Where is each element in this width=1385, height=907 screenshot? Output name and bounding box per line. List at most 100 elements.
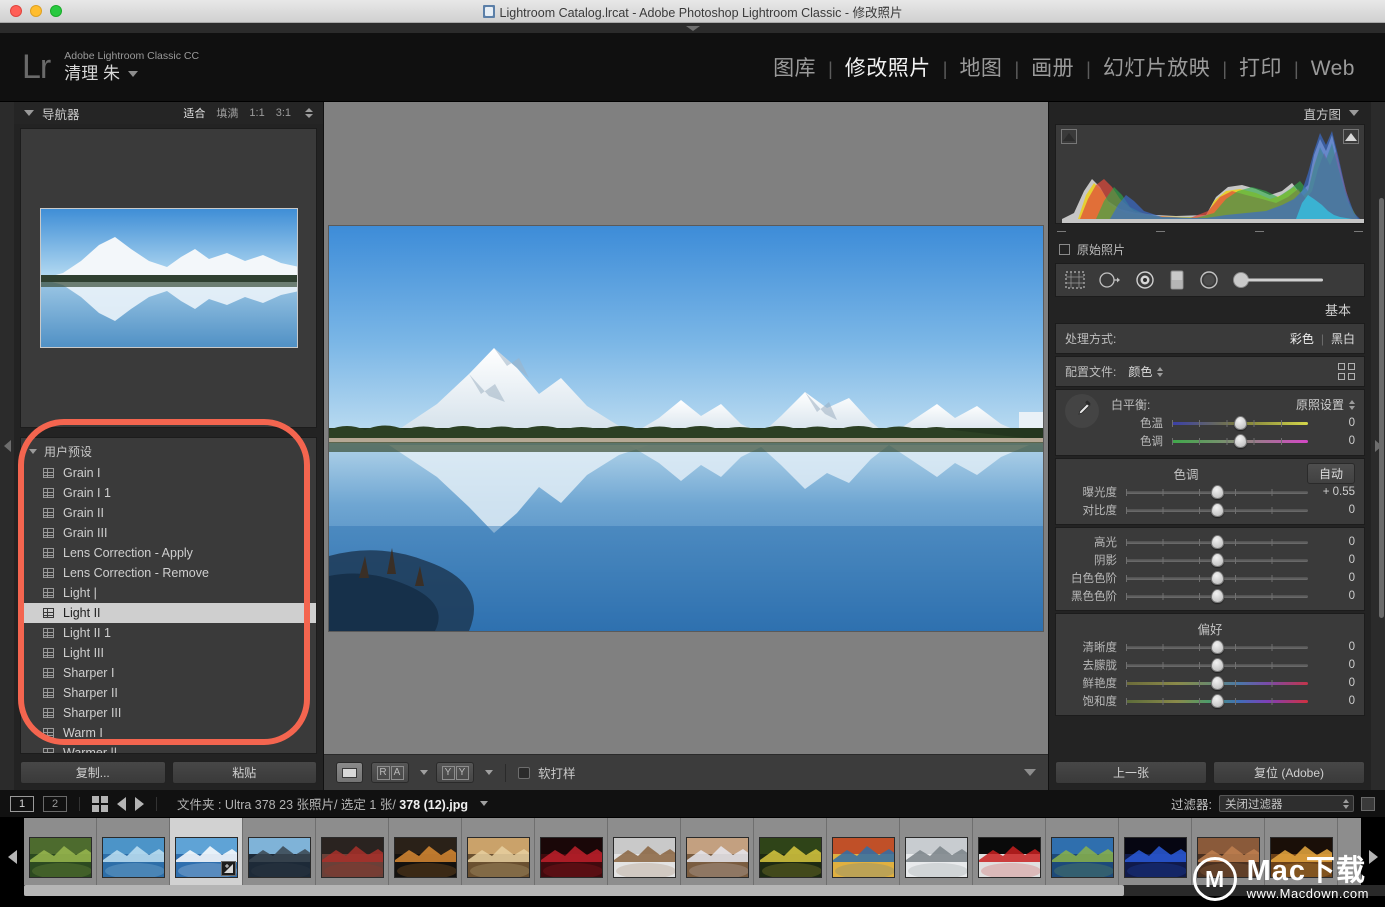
top-panel-collapse-toggle[interactable] — [0, 23, 1385, 33]
wb-slider-row[interactable]: 色调 0 — [1102, 432, 1364, 450]
histogram-chart[interactable] — [1055, 124, 1365, 224]
screen-2-button[interactable]: 2 — [43, 795, 67, 812]
preset-item[interactable]: Grain I — [21, 463, 316, 483]
chevron-down-icon[interactable] — [127, 70, 138, 77]
preset-item[interactable]: Lens Correction - Remove — [21, 563, 316, 583]
filter-stepper[interactable] — [1343, 799, 1349, 809]
white-balance-selector-icon[interactable] — [1065, 394, 1099, 428]
grid-view-icon[interactable] — [92, 795, 108, 812]
filmstrip-thumbnails[interactable] — [0, 818, 1385, 896]
shadow-clipping-indicator[interactable] — [1061, 129, 1077, 144]
tone-slider-track[interactable] — [1126, 553, 1308, 567]
wb-slider-value[interactable]: 0 — [1317, 435, 1355, 447]
zoom-mode-fit[interactable]: 适合 — [183, 105, 205, 121]
forward-arrow-icon[interactable] — [135, 796, 144, 811]
tone-slider-track[interactable] — [1126, 535, 1308, 549]
tone-slider-row[interactable]: 白色色阶 0 — [1056, 569, 1364, 587]
tone-slider-handle[interactable] — [1210, 553, 1224, 567]
presence-slider-track[interactable] — [1126, 640, 1308, 654]
treatment-row[interactable]: 处理方式: 彩色 | 黑白 — [1056, 329, 1364, 348]
tone-slider-handle[interactable] — [1210, 589, 1224, 603]
filmstrip-prev-button[interactable] — [0, 818, 24, 896]
tone-slider-track[interactable] — [1126, 571, 1308, 585]
preset-item[interactable]: Light | — [21, 583, 316, 603]
copy-settings-button[interactable]: 复制... — [20, 760, 166, 784]
tone-slider-value[interactable]: 0 — [1317, 554, 1355, 566]
tone-auto-button[interactable]: 自动 — [1306, 463, 1355, 484]
tone-slider-value[interactable]: 0 — [1317, 590, 1355, 602]
presence-slider-track[interactable] — [1126, 694, 1308, 708]
module-web[interactable]: Web — [1299, 57, 1367, 81]
preset-item[interactable]: Warm I — [21, 723, 316, 743]
preset-item[interactable]: Warmer || — [21, 743, 316, 753]
presence-slider-row[interactable]: 清晰度 0 — [1056, 638, 1364, 656]
presence-slider-value[interactable]: 0 — [1317, 677, 1355, 689]
wb-slider-value[interactable]: 0 — [1317, 417, 1355, 429]
white-balance-value[interactable]: 原照设置 — [1296, 396, 1344, 413]
presence-slider-track[interactable] — [1126, 658, 1308, 672]
preset-item[interactable]: Light II 1 — [21, 623, 316, 643]
presence-slider-value[interactable]: 0 — [1317, 659, 1355, 671]
presence-slider-value[interactable]: 0 — [1317, 641, 1355, 653]
tone-slider-value[interactable]: + 0.55 — [1317, 486, 1355, 498]
presence-slider-handle[interactable] — [1210, 658, 1224, 672]
original-photo-checkbox[interactable] — [1059, 243, 1070, 255]
original-photo-row[interactable]: 原始照片 — [1049, 238, 1371, 260]
toolbar-collapse-icon[interactable] — [1024, 769, 1036, 776]
preset-item[interactable]: Sharper I — [21, 663, 316, 683]
view-before-after-ra-button[interactable]: R A — [371, 762, 409, 783]
presence-slider-value[interactable]: 0 — [1317, 695, 1355, 707]
navigator-header[interactable]: 导航器 适合 填满 1:1 3:1 — [14, 102, 323, 124]
preset-item[interactable]: Grain II — [21, 503, 316, 523]
module-print[interactable]: 打印 — [1227, 52, 1294, 82]
tone-slider-row[interactable]: 对比度 0 — [1056, 501, 1364, 519]
tone-detail-sliders[interactable]: 高光 0 阴影 0 白色色阶 0 黑色色阶 0 — [1056, 533, 1364, 605]
right-panel-scrollbar[interactable] — [1379, 198, 1384, 618]
preset-item[interactable]: Lens Correction - Apply — [21, 543, 316, 563]
main-photo[interactable] — [329, 225, 1043, 631]
preset-item[interactable]: Grain I 1 — [21, 483, 316, 503]
reset-button[interactable]: 复位 (Adobe) — [1213, 760, 1365, 784]
presence-sliders[interactable]: 清晰度 0 去朦胧 0 鲜艳度 0 饱和度 0 — [1056, 638, 1364, 710]
presence-slider-track[interactable] — [1126, 676, 1308, 690]
module-map[interactable]: 地图 — [947, 52, 1014, 82]
filter-select[interactable]: 关闭过滤器 — [1219, 795, 1354, 812]
zoom-mode-1-1[interactable]: 1:1 — [249, 107, 264, 119]
view-before-after-yy-button[interactable]: Y Y — [436, 762, 474, 783]
profile-browser-icon[interactable] — [1338, 363, 1355, 380]
module-develop[interactable]: 修改照片 — [833, 52, 943, 82]
zoom-mode-3-1[interactable]: 3:1 — [276, 107, 291, 119]
paste-settings-button[interactable]: 粘贴 — [171, 760, 317, 784]
chevron-down-icon[interactable] — [1349, 110, 1359, 116]
module-slideshow[interactable]: 幻灯片放映 — [1091, 52, 1223, 82]
tone-slider-handle[interactable] — [1210, 571, 1224, 585]
highlight-clipping-indicator[interactable] — [1343, 129, 1359, 144]
basic-panel-header[interactable]: 基本 — [1049, 297, 1371, 321]
chevron-down-icon[interactable] — [24, 110, 34, 116]
zoom-mode-fill[interactable]: 填满 — [216, 105, 238, 121]
filter-toggle-button[interactable] — [1361, 796, 1375, 811]
presence-slider-row[interactable]: 去朦胧 0 — [1056, 656, 1364, 674]
tone-slider-track[interactable] — [1126, 485, 1308, 499]
adjustment-brush-icon[interactable] — [1232, 270, 1328, 290]
profile-value[interactable]: 颜色 — [1128, 363, 1152, 380]
tone-slider-row[interactable]: 曝光度 + 0.55 — [1056, 483, 1364, 501]
treatment-bw-option[interactable]: 黑白 — [1331, 330, 1355, 347]
filmstrip-scrollbar[interactable] — [24, 885, 1385, 896]
preset-item[interactable]: Sharper III — [21, 703, 316, 723]
soft-proof-checkbox[interactable] — [518, 766, 530, 779]
red-eye-icon[interactable] — [1134, 270, 1156, 290]
chevron-down-icon[interactable] — [29, 449, 37, 454]
wb-slider-handle[interactable] — [1233, 416, 1247, 430]
module-list[interactable]: 图库 | 修改照片 | 地图 | 画册 | 幻灯片放映 | 打印 | Web — [761, 52, 1367, 82]
tone-slider-track[interactable] — [1126, 589, 1308, 603]
tone-slider-value[interactable]: 0 — [1317, 572, 1355, 584]
preset-item[interactable]: Light II — [21, 603, 316, 623]
tone-slider-handle[interactable] — [1210, 535, 1224, 549]
tone-slider-row[interactable]: 高光 0 — [1056, 533, 1364, 551]
tone-slider-row[interactable]: 阴影 0 — [1056, 551, 1364, 569]
presence-slider-row[interactable]: 饱和度 0 — [1056, 692, 1364, 710]
navigator-preview[interactable] — [20, 128, 317, 428]
tone-slider-handle[interactable] — [1210, 485, 1224, 499]
white-balance-row[interactable]: 白平衡: 原照设置 — [1102, 395, 1364, 414]
